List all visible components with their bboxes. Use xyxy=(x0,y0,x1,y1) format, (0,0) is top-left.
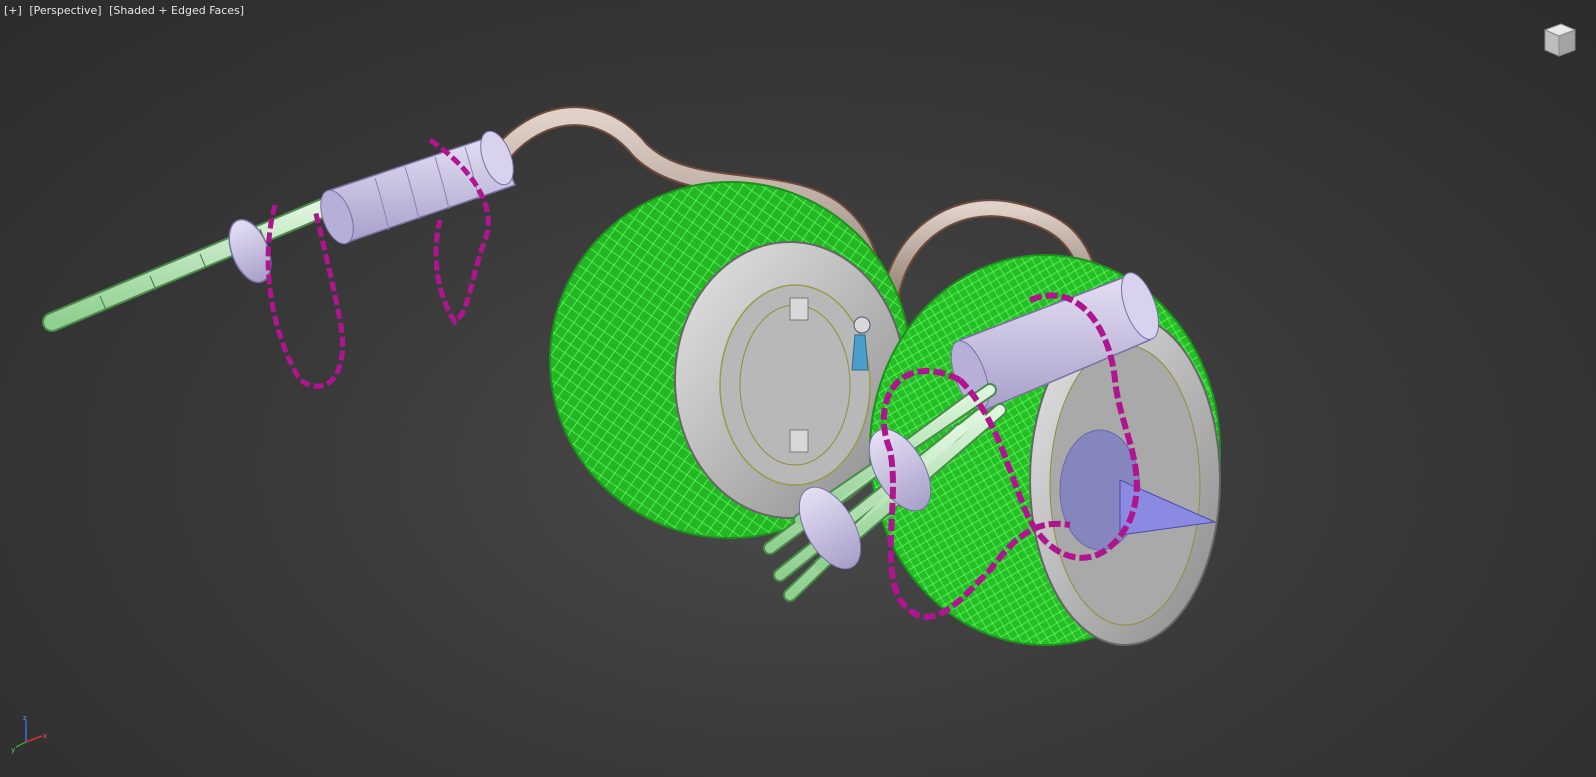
viewport-perspective[interactable]: [+] [Perspective] [Shaded + Edged Faces] xyxy=(0,0,1596,777)
scene-canvas[interactable] xyxy=(0,0,1596,777)
axis-x-label: x xyxy=(43,732,47,740)
axis-y-label: y xyxy=(11,746,15,754)
axis-z-label: z xyxy=(23,714,27,722)
axis-tripod-icon: z x y xyxy=(11,714,47,754)
handle-shaft[interactable] xyxy=(42,195,340,332)
viewcube-icon[interactable] xyxy=(1537,18,1581,62)
